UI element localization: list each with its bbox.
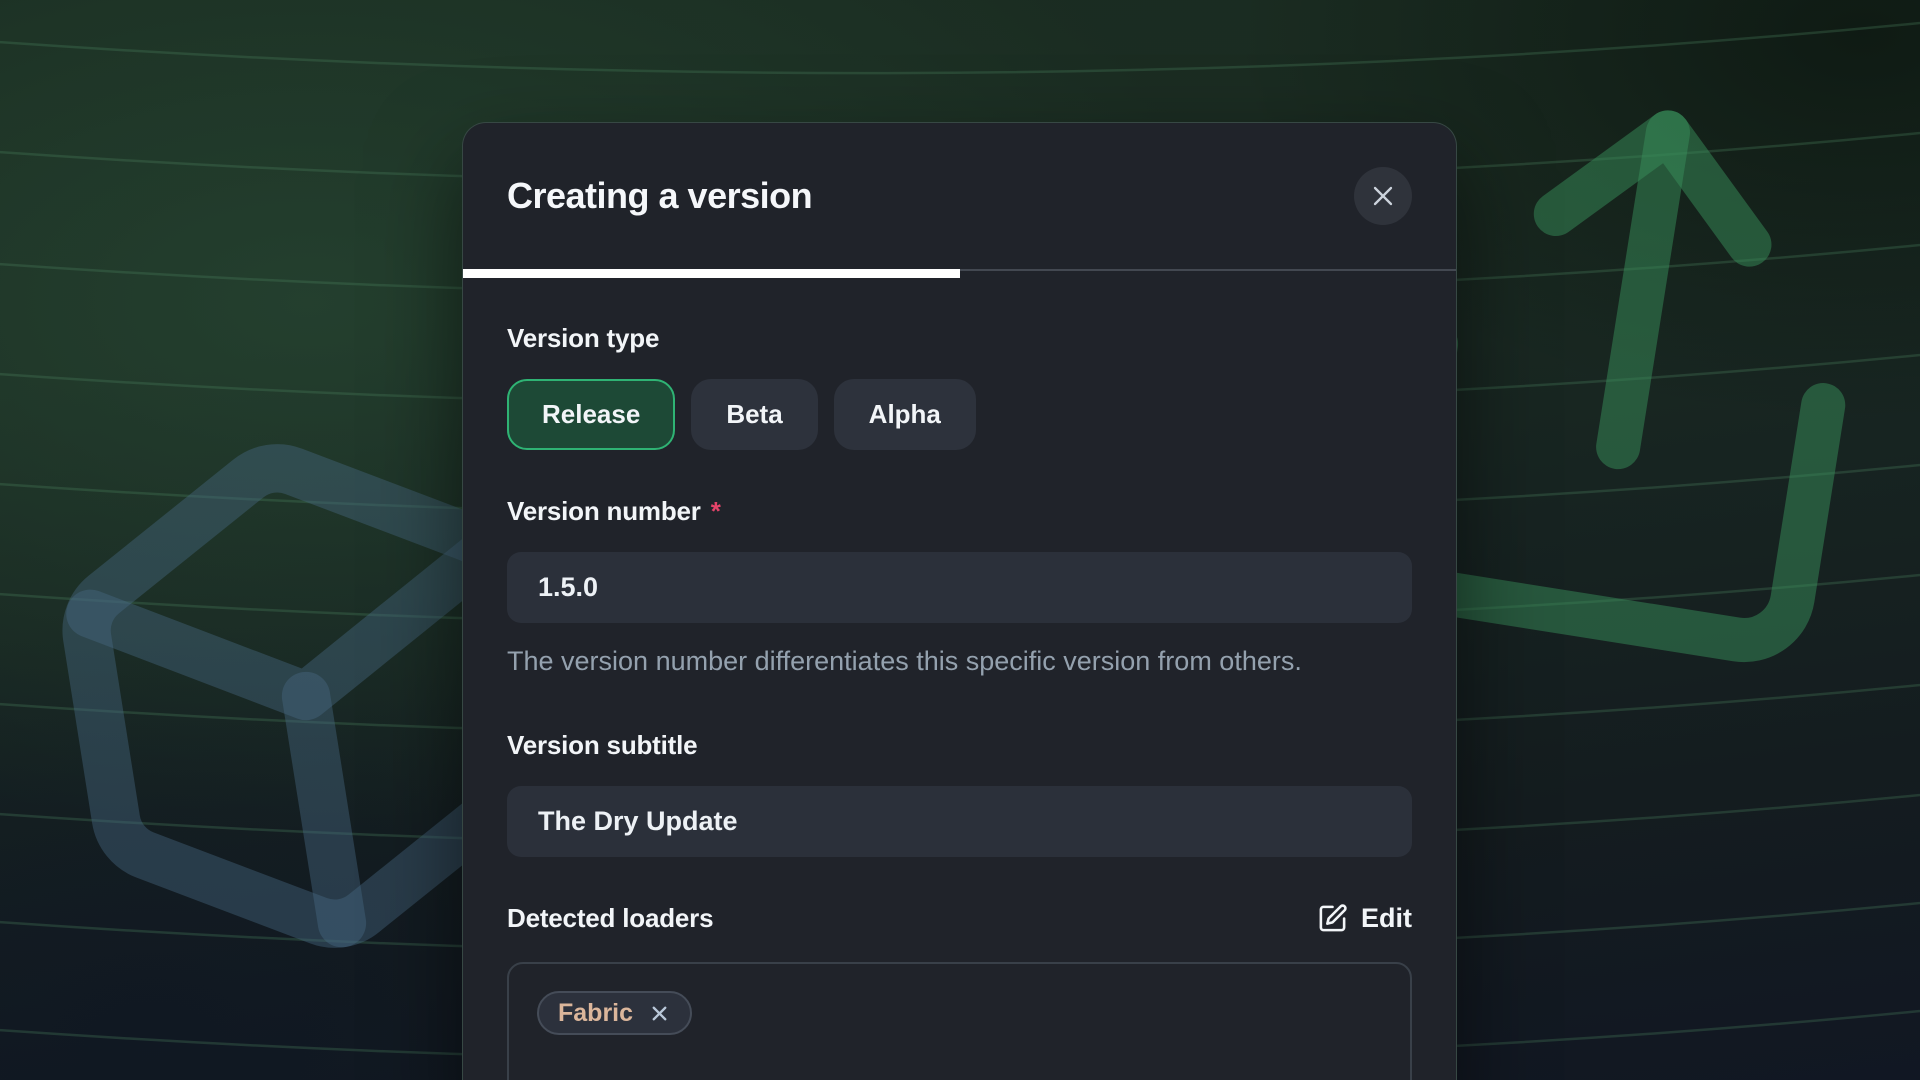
progress-fill <box>463 269 960 278</box>
version-type-label: Version type <box>507 323 659 354</box>
version-subtitle-label: Version subtitle <box>507 730 697 761</box>
modal-body: Version type Release Beta Alpha Version … <box>463 278 1456 1080</box>
x-icon <box>648 1002 671 1025</box>
progress-bar <box>463 269 1456 278</box>
version-number-input[interactable] <box>507 552 1412 623</box>
loader-chip-label: Fabric <box>558 999 633 1028</box>
detected-loaders-header: Detected loaders Edit <box>507 903 1412 934</box>
version-type-options: Release Beta Alpha <box>507 379 1412 450</box>
edit-label: Edit <box>1361 903 1412 934</box>
remove-loader-button[interactable] <box>648 1002 671 1025</box>
version-type-release-button[interactable]: Release <box>507 379 675 450</box>
detected-loaders-box: Fabric <box>507 962 1412 1080</box>
required-asterisk: * <box>711 496 721 527</box>
version-number-label: Version number <box>507 496 701 527</box>
loader-chip-fabric: Fabric <box>537 991 692 1035</box>
version-type-beta-button[interactable]: Beta <box>691 379 817 450</box>
modal-title: Creating a version <box>507 175 812 217</box>
version-subtitle-label-row: Version subtitle <box>507 730 1412 761</box>
upload-arrow-icon <box>1398 102 1862 647</box>
version-subtitle-input[interactable] <box>507 786 1412 857</box>
edit-loaders-button[interactable]: Edit <box>1317 903 1412 934</box>
detected-loaders-label: Detected loaders <box>507 903 713 934</box>
x-icon <box>1368 181 1398 211</box>
version-type-alpha-button[interactable]: Alpha <box>834 379 976 450</box>
close-button[interactable] <box>1354 167 1412 225</box>
version-number-label-row: Version number * <box>507 496 1412 527</box>
page: Creating a version Version type Release … <box>0 0 1920 1080</box>
version-type-label-row: Version type <box>507 323 1412 354</box>
modal-header: Creating a version <box>463 123 1456 269</box>
pencil-square-icon <box>1317 903 1348 934</box>
creating-version-modal: Creating a version Version type Release … <box>462 122 1457 1080</box>
version-number-help-text: The version number differentiates this s… <box>507 643 1367 680</box>
